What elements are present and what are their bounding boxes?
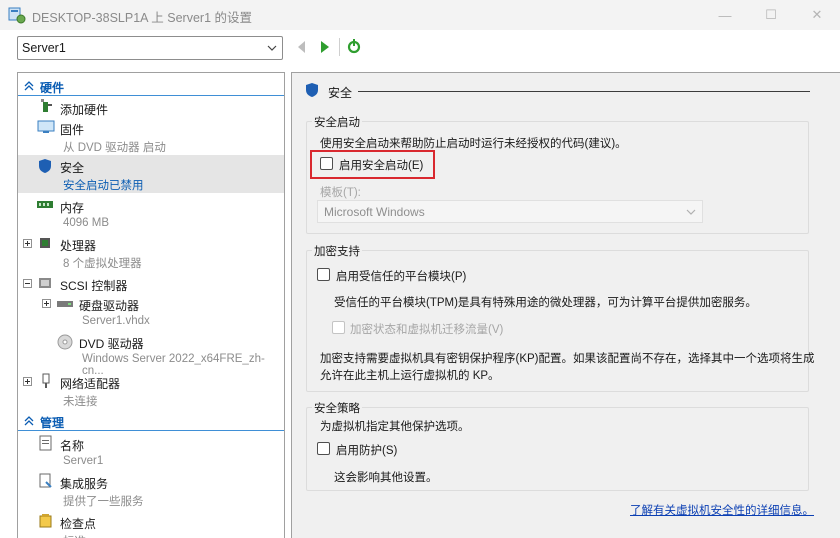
scsi-controller-icon bbox=[39, 278, 51, 288]
section-hardware[interactable]: 硬件 bbox=[18, 76, 284, 96]
collapse-icon[interactable] bbox=[23, 279, 32, 288]
firmware-icon bbox=[37, 120, 55, 133]
section-management[interactable]: 管理 bbox=[18, 411, 284, 431]
tree-item-detail: 从 DVD 驱动器 启动 bbox=[63, 142, 166, 154]
tree-item-label: 检查点 bbox=[60, 517, 97, 531]
tree-item-detail: 标准 bbox=[63, 533, 86, 538]
template-select-dropdown[interactable]: Microsoft Windows bbox=[317, 200, 703, 223]
maximize-button[interactable]: ☐ bbox=[748, 0, 794, 30]
tree-item-detail: 8 个虚拟处理器 bbox=[63, 258, 142, 270]
tree-item-detail: 提供了一些服务 bbox=[63, 496, 144, 508]
hard-drive-icon bbox=[57, 301, 73, 307]
refresh-icon[interactable] bbox=[346, 38, 362, 54]
tree-item-label: 内存 bbox=[60, 201, 85, 215]
section-hardware-label: 硬件 bbox=[40, 81, 65, 95]
secure-boot-description: 使用安全启动来帮助防止启动时运行未经授权的代码(建议)。 bbox=[320, 138, 627, 150]
checkpoint-icon bbox=[39, 514, 52, 528]
tree-item-label: 固件 bbox=[60, 123, 85, 137]
chevron-down-icon bbox=[686, 209, 696, 215]
header-divider bbox=[358, 91, 810, 92]
expand-icon[interactable] bbox=[23, 239, 32, 248]
minimize-button[interactable]: — bbox=[702, 0, 748, 30]
tree-item-security[interactable]: 安全 安全启动已禁用 bbox=[18, 155, 284, 193]
integration-services-icon bbox=[39, 473, 52, 488]
expand-icon[interactable] bbox=[42, 299, 51, 308]
tree-item-label: DVD 驱动器 bbox=[79, 337, 144, 351]
tree-item-label: 硬盘驱动器 bbox=[79, 299, 140, 313]
kp-note-line-2: 允许在此主机上运行虚拟机的 KP。 bbox=[320, 370, 500, 382]
chevron-down-icon bbox=[267, 45, 277, 51]
memory-icon bbox=[37, 201, 53, 208]
settings-tree: 硬件 添加硬件 固件 从 DVD 驱动器 启动 安全 安全启动已禁用 内存 40… bbox=[17, 72, 285, 538]
tree-item-label: 名称 bbox=[60, 439, 85, 453]
enable-shielding-label[interactable]: 启用防护(S) bbox=[336, 442, 397, 458]
back-arrow-icon[interactable] bbox=[296, 40, 306, 54]
policy-description: 为虚拟机指定其他保护选项。 bbox=[320, 421, 470, 433]
shield-icon bbox=[306, 83, 318, 97]
tree-item-label: 集成服务 bbox=[60, 477, 109, 491]
tree-item-detail: 4096 MB bbox=[63, 217, 110, 229]
tree-item-add-hardware[interactable]: 添加硬件 bbox=[18, 97, 284, 117]
group-title: 加密支持 bbox=[312, 243, 362, 259]
processor-icon bbox=[40, 238, 50, 248]
encrypt-state-label[interactable]: 加密状态和虚拟机迁移流量(V) bbox=[350, 321, 503, 337]
toolbar-separator bbox=[339, 38, 340, 56]
tree-item-label: 处理器 bbox=[60, 239, 97, 253]
template-select-value: Microsoft Windows bbox=[324, 205, 425, 219]
tree-item-name[interactable]: 名称 Server1 bbox=[18, 433, 284, 471]
tree-item-detail: 安全启动已禁用 bbox=[63, 180, 144, 192]
tree-item-processor[interactable]: 处理器 8 个虚拟处理器 bbox=[18, 233, 284, 271]
tree-item-detail: 未连接 bbox=[63, 396, 98, 408]
encrypt-state-checkbox[interactable] bbox=[332, 321, 345, 334]
kp-note-line-1: 加密支持需要虚拟机具有密钥保护程序(KP)配置。如果该配置尚不存在，选择其中一个… bbox=[320, 353, 815, 365]
enable-secure-boot-label[interactable]: 启用安全启动(E) bbox=[339, 157, 423, 173]
tree-item-label: 安全 bbox=[60, 161, 85, 175]
vm-select-dropdown[interactable]: Server1 bbox=[17, 36, 283, 60]
enable-tpm-label[interactable]: 启用受信任的平台模块(P) bbox=[336, 268, 466, 284]
enable-tpm-checkbox[interactable] bbox=[317, 268, 330, 281]
tree-item-scsi-controller[interactable]: SCSI 控制器 bbox=[18, 273, 284, 293]
tree-item-network-adapter[interactable]: 网络适配器 未连接 bbox=[18, 371, 284, 409]
group-title: 安全策略 bbox=[312, 400, 362, 416]
section-management-label: 管理 bbox=[40, 416, 65, 430]
title-bar: DESKTOP-38SLP1A 上 Server1 的设置 — ☐ ✕ bbox=[0, 0, 840, 30]
tree-item-label: 网络适配器 bbox=[60, 377, 121, 391]
vm-select-value: Server1 bbox=[22, 41, 66, 55]
template-label: 模板(T): bbox=[320, 187, 361, 199]
enable-shielding-checkbox[interactable] bbox=[317, 442, 330, 455]
group-title: 安全启动 bbox=[312, 114, 362, 130]
add-hardware-icon bbox=[41, 99, 52, 112]
tree-item-hard-drive[interactable]: 硬盘驱动器 Server1.vhdx bbox=[18, 293, 284, 331]
collapse-chevron-icon bbox=[24, 81, 34, 91]
collapse-chevron-icon bbox=[24, 416, 34, 426]
tree-item-firmware[interactable]: 固件 从 DVD 驱动器 启动 bbox=[18, 117, 284, 155]
learn-more-link[interactable]: 了解有关虚拟机安全性的详细信息。 bbox=[630, 502, 814, 518]
page-title: 安全 bbox=[328, 86, 353, 100]
name-document-icon bbox=[39, 435, 52, 451]
settings-app-icon bbox=[8, 7, 26, 24]
tree-item-dvd-drive[interactable]: DVD 驱动器 Windows Server 2022_x64FRE_zh-cn… bbox=[18, 331, 284, 377]
expand-icon[interactable] bbox=[23, 377, 32, 386]
tree-item-detail: Server1.vhdx bbox=[82, 315, 150, 327]
window-title: DESKTOP-38SLP1A 上 Server1 的设置 bbox=[32, 11, 252, 25]
close-button[interactable]: ✕ bbox=[794, 0, 840, 30]
tree-item-checkpoints[interactable]: 检查点 标准 bbox=[18, 511, 284, 538]
tree-item-memory[interactable]: 内存 4096 MB bbox=[18, 195, 284, 233]
enable-secure-boot-checkbox[interactable] bbox=[320, 157, 333, 170]
shield-icon bbox=[39, 159, 51, 173]
tree-item-label: 添加硬件 bbox=[60, 103, 109, 117]
dvd-drive-icon bbox=[57, 334, 73, 350]
network-adapter-icon bbox=[42, 373, 50, 388]
tree-item-label: SCSI 控制器 bbox=[60, 279, 128, 293]
shielding-note: 这会影响其他设置。 bbox=[334, 472, 438, 484]
tree-item-detail: Server1 bbox=[63, 455, 104, 467]
tpm-description: 受信任的平台模块(TPM)是具有特殊用途的微处理器，可为计算平台提供加密服务。 bbox=[334, 297, 757, 309]
tree-item-integration-services[interactable]: 集成服务 提供了一些服务 bbox=[18, 471, 284, 509]
forward-arrow-icon[interactable] bbox=[319, 40, 331, 54]
